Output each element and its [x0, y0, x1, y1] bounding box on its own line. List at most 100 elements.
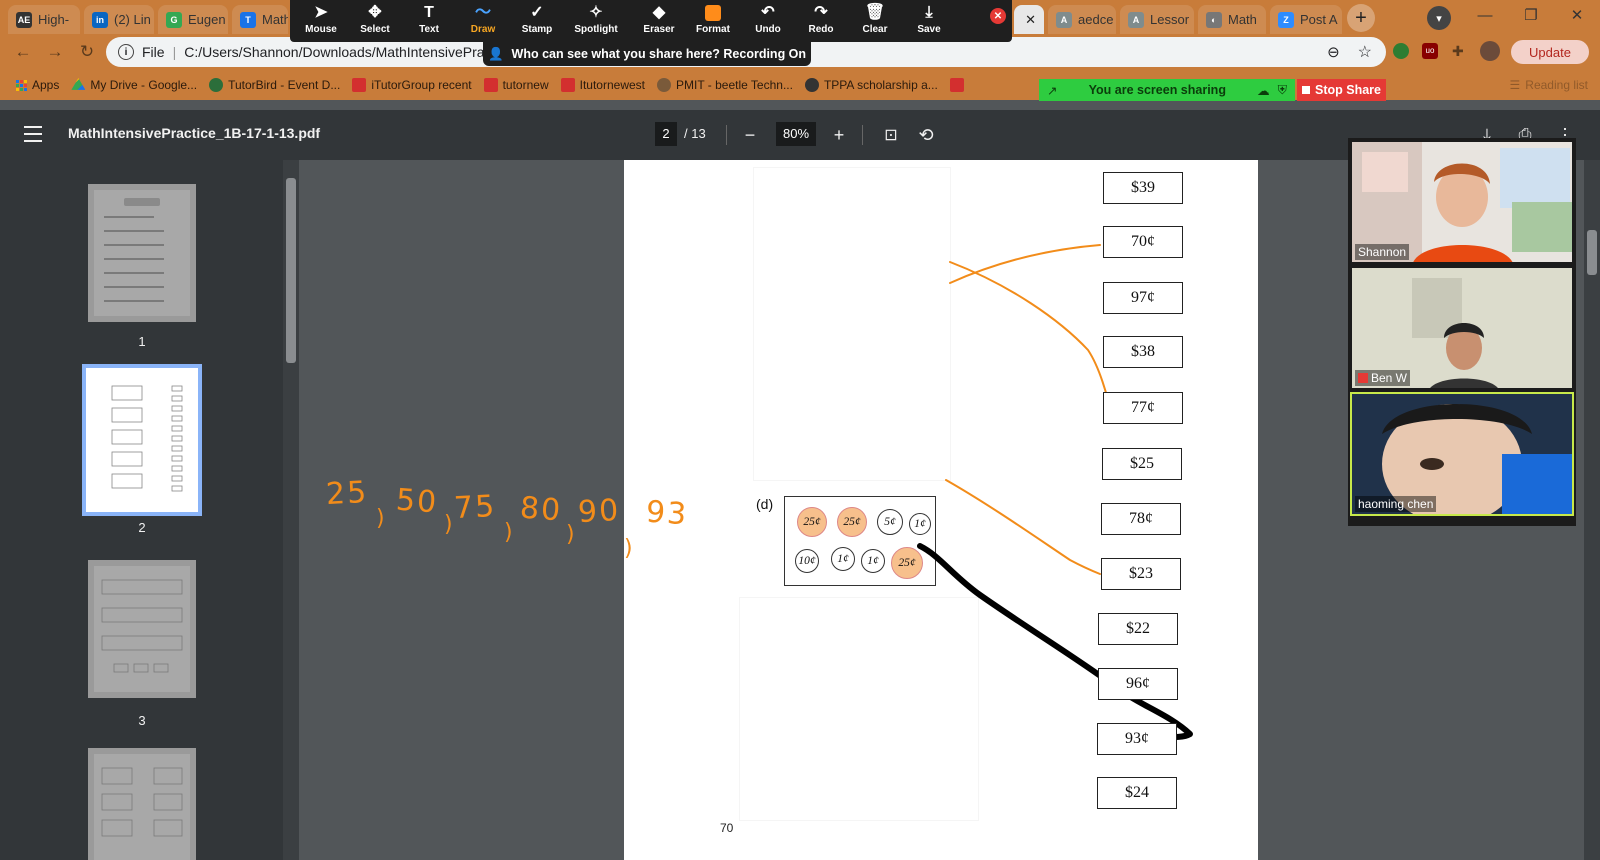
clear-icon: 🗑: [864, 4, 886, 21]
sidebar-scrollbar-thumb[interactable]: [286, 178, 296, 363]
tool-spotlight-button[interactable]: ✧ Spotlight: [568, 2, 624, 40]
close-window-button[interactable]: ✕: [1554, 0, 1600, 30]
tool-save-button[interactable]: ⤓ Save: [901, 2, 957, 40]
tutorbird-icon: T: [240, 11, 256, 28]
ublock-icon[interactable]: uo: [1422, 43, 1438, 59]
save-icon: ⤓: [925, 4, 933, 21]
amount-box: $22: [1098, 613, 1178, 645]
browser-tab[interactable]: ◐ Math: [1198, 5, 1266, 34]
stop-share-button[interactable]: Stop Share: [1297, 79, 1386, 101]
bookmark-itutor-extra[interactable]: [949, 78, 964, 92]
back-button[interactable]: ←: [10, 39, 36, 65]
coin: 1¢: [909, 513, 931, 535]
screen-sharing-banner[interactable]: ↗ You are screen sharing ☁ ⛨: [1039, 79, 1295, 101]
browser-tab[interactable]: AE High-: [8, 5, 80, 34]
extension-icon[interactable]: [1393, 43, 1409, 59]
tool-label: Redo: [808, 24, 834, 35]
tool-mouse-button[interactable]: ➤ Mouse: [293, 2, 349, 40]
new-tab-button[interactable]: +: [1347, 4, 1375, 32]
tool-label: Eraser: [643, 24, 675, 35]
tool-eraser-button[interactable]: ◆ Eraser: [631, 2, 687, 40]
page-number-input[interactable]: 2: [655, 122, 677, 146]
zoom-out-button[interactable]: −: [737, 122, 763, 148]
google-icon: G: [166, 11, 182, 28]
bookmark-drive[interactable]: My Drive - Google...: [71, 78, 197, 92]
thumbnail-page-1[interactable]: [88, 184, 196, 322]
tab-search-button[interactable]: ▾: [1427, 6, 1451, 30]
text-icon: T: [424, 4, 434, 21]
coin: 25¢: [797, 507, 827, 537]
site-info-icon[interactable]: i: [118, 44, 134, 60]
amount-box: $25: [1102, 448, 1182, 480]
bookmark-itutorgroup[interactable]: iTutorGroup recent: [352, 78, 472, 92]
coin: 25¢: [837, 507, 867, 537]
bookmark-tppa[interactable]: TPPA scholarship a...: [804, 78, 938, 92]
tool-redo-button[interactable]: ↷ Redo: [793, 2, 849, 40]
participant-name-text: Ben W: [1371, 371, 1408, 385]
stop-share-label: Stop Share: [1315, 83, 1381, 97]
tppa-icon: [804, 78, 819, 92]
thumbnail-page-2[interactable]: [82, 364, 202, 516]
fit-page-icon[interactable]: ⊡: [878, 122, 904, 148]
browser-tab-active-close[interactable]: ✕: [1014, 5, 1044, 34]
bookmark-tutornew[interactable]: tutornew: [483, 78, 549, 92]
tool-format-button[interactable]: Format: [685, 2, 741, 40]
stamp-icon: ✓: [530, 4, 544, 21]
rotate-icon[interactable]: ⟲: [913, 122, 939, 148]
thumbnail-page-4[interactable]: [88, 748, 196, 860]
reload-button[interactable]: ↻: [74, 39, 100, 65]
bookmark-apps[interactable]: Apps: [16, 78, 59, 92]
color-swatch-icon: [705, 5, 721, 21]
tab-favicon-icon: AE: [16, 11, 32, 28]
restore-button[interactable]: ❐: [1508, 0, 1554, 30]
tool-text-button[interactable]: T Text: [401, 2, 457, 40]
bookmark-itutornewest[interactable]: Itutornewest: [560, 78, 645, 92]
zoom-in-button[interactable]: +: [826, 122, 852, 148]
tool-label: Text: [419, 24, 439, 35]
reading-list[interactable]: ☰ Reading list: [1510, 78, 1588, 92]
update-button[interactable]: Update: [1511, 40, 1589, 64]
thumbnail-page-3[interactable]: [88, 560, 196, 698]
forward-button[interactable]: →: [42, 39, 68, 65]
tool-label: Save: [917, 24, 941, 35]
zoom-page-icon[interactable]: ⊖: [1327, 43, 1340, 61]
tab-title: Lessor: [1150, 12, 1190, 27]
redo-icon: ↷: [814, 4, 828, 21]
participant-video[interactable]: Ben W: [1350, 266, 1574, 390]
main-scrollbar[interactable]: [1584, 160, 1600, 860]
browser-tab[interactable]: G Eugen: [158, 5, 228, 34]
extensions-puzzle-icon[interactable]: ✚: [1452, 43, 1468, 59]
profile-avatar[interactable]: [1480, 41, 1500, 61]
close-tab-icon[interactable]: ✕: [1025, 12, 1036, 28]
thumbnail-preview: [94, 190, 190, 316]
close-annotation-icon[interactable]: ✕: [990, 8, 1006, 24]
bookmark-star-icon[interactable]: ☆: [1358, 42, 1372, 62]
tool-select-button[interactable]: ✥ Select: [347, 2, 403, 40]
participant-video-active-speaker[interactable]: haoming chen: [1350, 392, 1574, 516]
screen: AE High- in (2) Lin G Eugen T Math ✕ A a…: [0, 0, 1600, 860]
thumbnail-page-number: 1: [138, 334, 146, 349]
browser-tab[interactable]: A Lessor: [1120, 5, 1194, 34]
menu-icon[interactable]: [24, 126, 42, 142]
browser-tab[interactable]: T Math: [232, 5, 288, 34]
browser-tab[interactable]: A aedce: [1048, 5, 1116, 34]
sidebar-scrollbar[interactable]: [283, 160, 299, 860]
bookmark-tutorbird[interactable]: TutorBird - Event D...: [209, 78, 340, 92]
apps-grid-icon: [16, 79, 27, 91]
bookmark-pmit[interactable]: PMIT - beetle Techn...: [657, 78, 793, 92]
tool-undo-button[interactable]: ↶ Undo: [740, 2, 796, 40]
tool-stamp-button[interactable]: ✓ Stamp: [509, 2, 565, 40]
zoom-level-input[interactable]: 80%: [776, 122, 816, 146]
bookmark-label: My Drive - Google...: [90, 78, 198, 92]
tab-title: (2) Lin: [114, 12, 151, 27]
tool-draw-button[interactable]: 〜 Draw: [455, 2, 511, 40]
tab-title: Eugen: [188, 12, 226, 27]
minimize-button[interactable]: —: [1462, 0, 1508, 30]
browser-tab[interactable]: in (2) Lin: [84, 5, 154, 34]
participant-video[interactable]: Shannon: [1350, 140, 1574, 264]
main-scrollbar-thumb[interactable]: [1587, 230, 1597, 275]
recording-notice[interactable]: 👤 Who can see what you share here? Recor…: [483, 42, 811, 66]
browser-tab[interactable]: Z Post A: [1270, 5, 1342, 34]
tool-clear-button[interactable]: 🗑 Clear: [847, 2, 903, 40]
drag-handle-icon[interactable]: ↗: [1047, 83, 1057, 98]
